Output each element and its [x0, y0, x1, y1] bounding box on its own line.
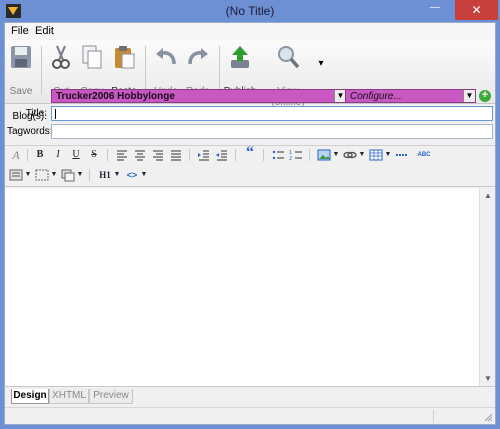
spellcheck-button[interactable]: ABC: [415, 148, 433, 162]
clear-format-button[interactable]: A: [9, 148, 23, 162]
toolbar-divider: [41, 46, 42, 94]
chevron-down-icon[interactable]: ▼: [140, 168, 148, 182]
format-toolbar: A B I U S “ 12 ▼ ▼ ▼ ABC ▼ ▼ ▼ H1 ▼ <> ▼: [5, 145, 495, 187]
toolbar-divider: [309, 149, 310, 161]
horizontal-rule-icon[interactable]: [395, 148, 409, 162]
title-label: Title:: [25, 108, 47, 119]
scroll-down-icon[interactable]: ▼: [484, 374, 492, 383]
title-bar[interactable]: (No Title) — ✕: [0, 0, 500, 22]
tab-xhtml[interactable]: XHTML: [49, 389, 89, 404]
underline-button[interactable]: U: [69, 148, 83, 162]
svg-text:2: 2: [289, 156, 292, 162]
scissors-icon: [52, 45, 70, 69]
status-cell: [433, 410, 473, 423]
text-caret: [55, 109, 56, 119]
tab-preview[interactable]: Preview: [89, 389, 133, 404]
code-button[interactable]: <>: [125, 168, 139, 182]
toolbar-divider: [235, 149, 236, 161]
menu-bar: File Edit: [5, 23, 495, 40]
copy-icon: [82, 45, 102, 69]
menu-file[interactable]: File: [11, 25, 29, 37]
client-area: File Edit Save Cut: [4, 22, 496, 425]
indent-icon[interactable]: [215, 148, 229, 162]
numbered-list-icon[interactable]: 12: [289, 148, 303, 162]
toolbar-divider: [27, 149, 28, 161]
table-icon[interactable]: [369, 148, 383, 162]
minimize-button[interactable]: —: [424, 2, 446, 22]
toolbar-divider: [189, 149, 190, 161]
blog-select-value: Trucker2006 Hobbylonge: [56, 91, 175, 102]
chevron-down-icon[interactable]: ▼: [332, 148, 340, 162]
align-block-icon[interactable]: [9, 168, 23, 182]
blockquote-button[interactable]: “: [243, 145, 257, 161]
chevron-down-icon[interactable]: ▼: [76, 168, 84, 182]
menu-edit[interactable]: Edit: [35, 25, 54, 37]
chevron-down-icon[interactable]: ▼: [24, 168, 32, 182]
chevron-down-icon[interactable]: ▼: [113, 168, 121, 182]
tagwords-label: Tagwords:: [7, 126, 53, 137]
toolbar-divider: [89, 169, 90, 181]
save-icon: [11, 46, 31, 68]
tab-design[interactable]: Design: [11, 389, 49, 404]
configure-select[interactable]: Configure... ▼: [345, 89, 476, 103]
view-tabs: Design XHTML Preview: [5, 386, 495, 406]
add-icon[interactable]: +: [479, 90, 491, 102]
toolbar-divider: [219, 46, 220, 94]
toolbar-divider: [145, 46, 146, 94]
save-label: Save: [9, 86, 33, 97]
toolbar-divider: [107, 149, 108, 161]
chevron-down-icon[interactable]: ▼: [358, 148, 366, 162]
undo-icon: [156, 48, 176, 65]
italic-button[interactable]: I: [51, 148, 65, 162]
align-justify-icon[interactable]: [169, 148, 183, 162]
align-right-icon[interactable]: [151, 148, 165, 162]
title-input[interactable]: [51, 106, 493, 121]
configure-select-value: Configure...: [350, 91, 402, 102]
paste-icon: [115, 46, 135, 69]
layer-icon[interactable]: [61, 168, 75, 182]
vertical-scrollbar[interactable]: ▲ ▼: [479, 188, 495, 386]
close-button[interactable]: ✕: [455, 0, 498, 20]
align-left-icon[interactable]: [115, 148, 129, 162]
blog-select[interactable]: Trucker2006 Hobbylonge ▼: [51, 89, 347, 103]
chevron-down-icon[interactable]: ▼: [50, 168, 58, 182]
toolbar-divider: [263, 149, 264, 161]
bullet-list-icon[interactable]: [271, 148, 285, 162]
bold-button[interactable]: B: [33, 148, 47, 162]
resize-grip-icon[interactable]: [483, 412, 493, 422]
magnifier-icon: [278, 46, 300, 69]
chevron-down-icon[interactable]: ▼: [463, 90, 475, 102]
chevron-down-icon[interactable]: ▼: [384, 148, 392, 162]
insert-image-icon[interactable]: [317, 148, 331, 162]
app-window: (No Title) — ✕ File Edit Save ▾ Blog(s):…: [0, 0, 500, 429]
border-icon[interactable]: [35, 168, 49, 182]
outdent-icon[interactable]: [197, 148, 211, 162]
tagwords-input[interactable]: [51, 124, 493, 139]
align-center-icon[interactable]: [133, 148, 147, 162]
publish-icon: [231, 46, 249, 68]
link-icon[interactable]: [343, 148, 357, 162]
toolbar-more-dropdown[interactable]: ▾: [315, 58, 327, 70]
strikethrough-button[interactable]: S: [87, 148, 101, 162]
status-bar: [5, 407, 495, 424]
redo-icon: [188, 48, 208, 65]
heading-button[interactable]: H1: [97, 168, 113, 182]
save-button[interactable]: Save: [7, 42, 35, 100]
scroll-up-icon[interactable]: ▲: [484, 191, 492, 200]
editor-area[interactable]: [5, 188, 479, 386]
